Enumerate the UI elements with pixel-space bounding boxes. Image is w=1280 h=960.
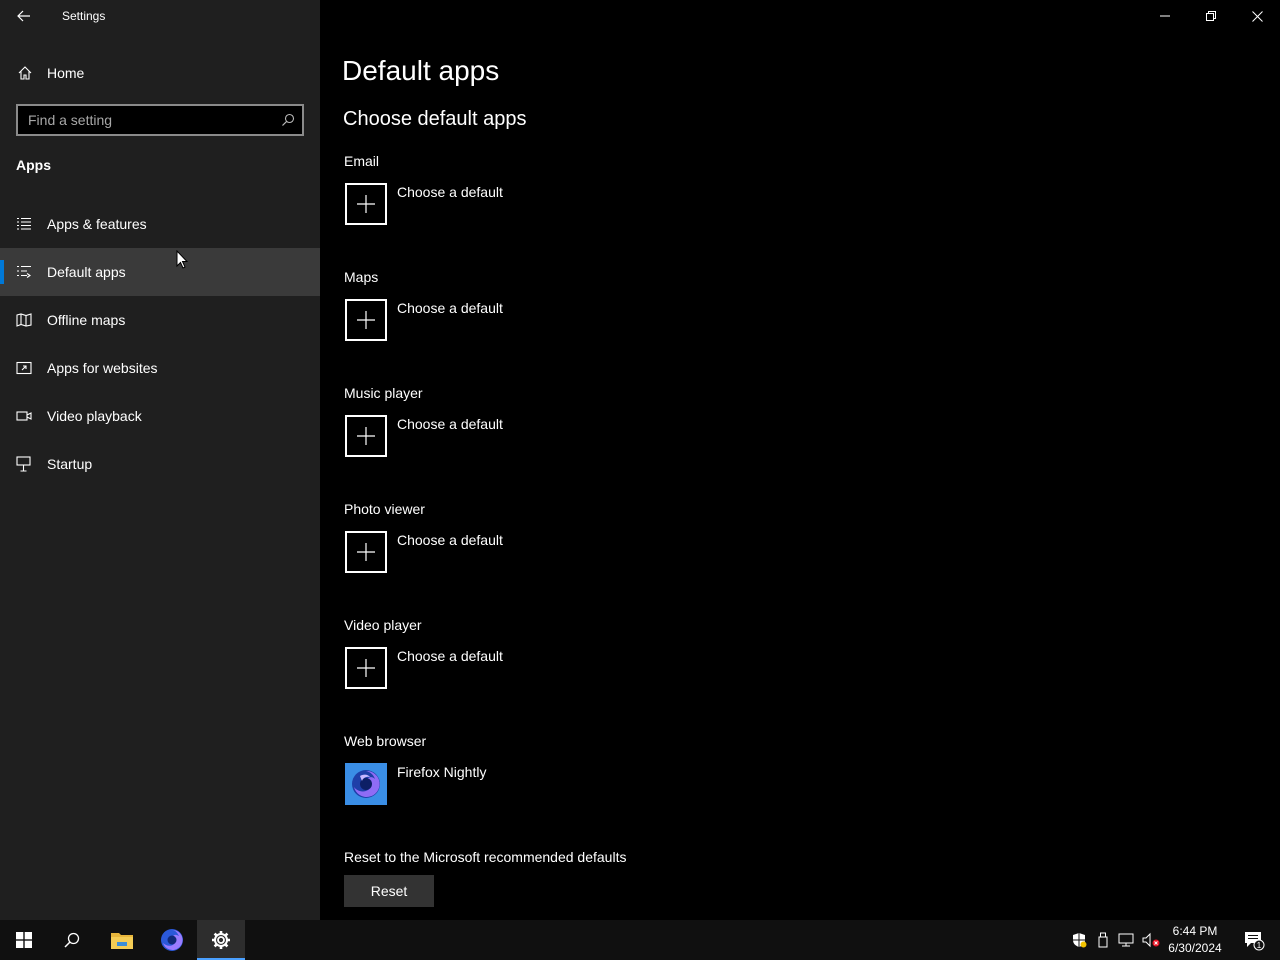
firefox-nightly-icon	[345, 763, 387, 805]
category-maps: Maps Choose a default	[344, 269, 944, 341]
home-icon	[17, 65, 33, 81]
settings-taskbar-button[interactable]	[197, 920, 245, 960]
plus-icon	[345, 647, 387, 689]
apps-for-websites-icon	[16, 361, 34, 375]
section-title: Apps	[16, 157, 51, 173]
plus-icon	[345, 299, 387, 341]
app-name: Choose a default	[397, 184, 503, 200]
startup-icon	[16, 456, 34, 472]
taskbar-clock[interactable]: 6:44 PM 6/30/2024	[1160, 923, 1230, 957]
category-photo-viewer: Photo viewer Choose a default	[344, 501, 944, 573]
restore-icon	[1206, 11, 1216, 21]
close-button[interactable]	[1234, 0, 1280, 32]
sidebar-item-label: Default apps	[47, 264, 126, 280]
sidebar: Settings Home Apps Apps & features	[0, 0, 320, 920]
restore-button[interactable]	[1188, 0, 1234, 32]
search-icon[interactable]	[274, 113, 302, 127]
sidebar-item-video-playback[interactable]: Video playback	[0, 392, 320, 440]
settings-window: Settings Home Apps Apps & features	[0, 0, 1280, 920]
choose-default-button[interactable]: Choose a default	[344, 415, 944, 457]
sidebar-item-label: Startup	[47, 456, 93, 472]
choose-default-button[interactable]: Choose a default	[344, 531, 944, 573]
search-icon	[64, 932, 80, 948]
app-title: Settings	[62, 9, 106, 23]
app-name: Choose a default	[397, 300, 503, 316]
choose-default-button[interactable]: Choose a default	[344, 647, 944, 689]
home-label: Home	[47, 65, 85, 81]
clock-date: 6/30/2024	[1168, 941, 1222, 955]
network-icon[interactable]	[1117, 930, 1137, 950]
category-label: Video player	[344, 617, 422, 633]
volume-muted-icon[interactable]	[1141, 930, 1161, 950]
file-explorer-icon	[111, 933, 133, 949]
close-icon	[1251, 10, 1263, 22]
notification-icon: 1	[1245, 932, 1265, 951]
taskbar: 6:44 PM 6/30/2024 1	[0, 920, 1280, 960]
minimize-button[interactable]	[1142, 0, 1188, 32]
usb-icon[interactable]	[1093, 930, 1113, 950]
app-name: Choose a default	[397, 532, 503, 548]
reset-description: Reset to the Microsoft recommended defau…	[344, 849, 627, 865]
page-title: Default apps	[342, 55, 500, 86]
start-icon	[16, 932, 32, 948]
sidebar-item-apps-for-websites[interactable]: Apps for websites	[0, 344, 320, 392]
app-name: Choose a default	[397, 648, 503, 664]
category-label: Maps	[344, 269, 379, 285]
action-center-button[interactable]: 1	[1234, 920, 1274, 960]
category-music-player: Music player Choose a default	[344, 385, 944, 457]
firefox-nightly-taskbar-button[interactable]	[148, 920, 196, 960]
security-icon[interactable]	[1069, 930, 1089, 950]
sidebar-item-label: Offline maps	[47, 312, 126, 328]
choose-default-button[interactable]: Choose a default	[344, 183, 944, 225]
category-video-player: Video player Choose a default	[344, 617, 944, 689]
notification-count: 1	[1257, 941, 1262, 950]
sidebar-item-label: Apps & features	[47, 216, 147, 232]
apps-features-icon	[16, 217, 34, 231]
app-name: Choose a default	[397, 416, 503, 432]
sidebar-item-label: Video playback	[47, 408, 142, 424]
start-button[interactable]	[0, 920, 48, 960]
sidebar-item-apps-features[interactable]: Apps & features	[0, 200, 320, 248]
plus-icon	[345, 415, 387, 457]
reset-button[interactable]: Reset	[344, 875, 434, 907]
sidebar-item-default-apps[interactable]: Default apps	[0, 248, 320, 296]
category-email: Email Choose a default	[344, 153, 944, 225]
search-input[interactable]	[18, 106, 274, 134]
main-content: Default apps Choose default apps Email C…	[320, 0, 1280, 920]
choose-default-button[interactable]: Choose a default	[344, 299, 944, 341]
sidebar-item-offline-maps[interactable]: Offline maps	[0, 296, 320, 344]
default-apps-icon	[16, 265, 34, 279]
file-explorer-button[interactable]	[98, 920, 146, 960]
video-playback-icon	[16, 409, 34, 423]
clock-time: 6:44 PM	[1172, 924, 1218, 938]
mouse-cursor-icon	[176, 249, 189, 275]
category-label: Email	[344, 153, 380, 169]
sidebar-nav: Apps & features Default apps Offline map…	[0, 200, 320, 488]
category-web-browser: Web browser Firefox Nightly	[344, 733, 944, 805]
minimize-icon	[1160, 15, 1170, 17]
plus-icon	[345, 183, 387, 225]
category-label: Music player	[344, 385, 423, 401]
sidebar-item-startup[interactable]: Startup	[0, 440, 320, 488]
section-subtitle: Choose default apps	[343, 108, 527, 130]
plus-icon	[345, 531, 387, 573]
home-nav-item[interactable]: Home	[0, 56, 320, 90]
category-label: Web browser	[344, 733, 427, 749]
taskbar-search-button[interactable]	[48, 920, 96, 960]
web-browser-app-button[interactable]: Firefox Nightly	[344, 763, 944, 805]
search-box[interactable]	[16, 104, 304, 136]
app-name: Firefox Nightly	[397, 764, 487, 780]
firefox-nightly-icon	[161, 929, 183, 951]
sidebar-item-label: Apps for websites	[47, 360, 158, 376]
category-label: Photo viewer	[344, 501, 425, 517]
back-button[interactable]	[0, 0, 48, 32]
settings-icon	[212, 931, 230, 949]
back-arrow-icon	[17, 10, 30, 22]
offline-maps-icon	[16, 313, 34, 327]
window-controls	[1142, 0, 1280, 32]
